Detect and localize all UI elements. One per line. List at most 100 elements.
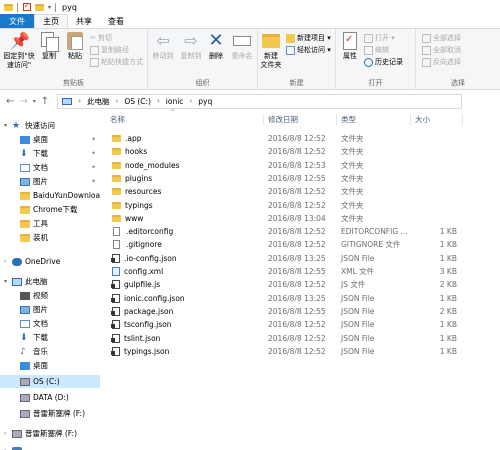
nav-external-drive-f[interactable]: › 普雷斯塞牌 (F:) bbox=[0, 427, 100, 440]
paste-shortcut-button[interactable]: 粘贴快捷方式 bbox=[90, 57, 143, 67]
nav-item-tools[interactable]: 工具 bbox=[0, 217, 100, 230]
expand-chevron-icon[interactable]: › bbox=[4, 430, 10, 437]
breadcrumb-ionic[interactable]: ionic bbox=[166, 97, 184, 106]
file-row[interactable]: plugins 2016/8/8 12:55 文件夹 bbox=[110, 172, 494, 185]
column-header-name-label: 名称 bbox=[110, 114, 125, 124]
nav-this-pc[interactable]: ▾ 此电脑 bbox=[0, 275, 100, 288]
nav-item-downloads[interactable]: ⬇ 下载 ✦ bbox=[0, 147, 100, 160]
column-header-type[interactable]: 类型 bbox=[341, 112, 356, 126]
column-header-name[interactable]: ^ 名称 bbox=[110, 109, 175, 126]
nav-item-videos[interactable]: 视频 bbox=[0, 289, 100, 302]
file-row[interactable]: tslint.json 2016/8/8 12:52 JSON File 1 KB bbox=[110, 332, 494, 345]
file-row[interactable]: resources 2016/8/8 12:52 文件夹 bbox=[110, 185, 494, 198]
open-button[interactable]: 打开 ▾ bbox=[364, 33, 395, 43]
file-row[interactable]: typings 2016/8/8 12:52 文件夹 bbox=[110, 199, 494, 212]
breadcrumb-separator-icon[interactable]: › bbox=[157, 97, 160, 105]
file-row[interactable]: package.json 2016/8/8 12:55 JSON File 2 KB bbox=[110, 305, 494, 318]
recent-locations-chevron-icon[interactable]: ▾ bbox=[33, 98, 36, 105]
column-header-size[interactable]: 大小 bbox=[415, 112, 430, 126]
tab-share[interactable]: 共享 bbox=[68, 14, 100, 28]
file-row[interactable]: gulpfile.js 2016/8/8 12:52 JS 文件 2 KB bbox=[110, 278, 494, 291]
column-divider[interactable] bbox=[336, 114, 337, 125]
invert-selection-button[interactable]: 反向选择 bbox=[422, 57, 461, 67]
nav-quick-access[interactable]: ▾ ★ 快速访问 bbox=[0, 119, 100, 132]
nav-item-pc-downloads[interactable]: ⬇ 下载 bbox=[0, 331, 100, 344]
nav-item-documents[interactable]: 文档 ✦ bbox=[0, 161, 100, 174]
back-arrow-icon[interactable]: ← bbox=[6, 96, 14, 107]
new-item-button[interactable]: 新建项目 ▾ bbox=[286, 33, 331, 43]
new-folder-button[interactable]: 新建 文件夹 bbox=[260, 32, 282, 70]
nav-item-music[interactable]: ♪ 音乐 bbox=[0, 345, 100, 358]
customize-toolbar-icon[interactable]: ▾ bbox=[48, 4, 51, 11]
up-arrow-icon[interactable]: ↑ bbox=[41, 96, 49, 107]
select-none-button[interactable]: 全部取消 bbox=[422, 45, 461, 55]
tab-home[interactable]: 主页 bbox=[34, 14, 68, 28]
rename-button[interactable]: 重命名 bbox=[228, 32, 256, 61]
nav-network[interactable]: › bbox=[0, 444, 100, 450]
nav-item-drive-c[interactable]: OS (C:) bbox=[0, 375, 100, 388]
breadcrumb-drive-c[interactable]: OS (C:) bbox=[124, 97, 151, 106]
move-to-button[interactable]: ⇦ 移动到 bbox=[150, 32, 176, 61]
file-row[interactable]: .editorconfig 2016/8/8 12:52 EDITORCONFIG … bbox=[110, 225, 494, 238]
file-row[interactable]: ionic.config.json 2016/8/8 13:25 JSON File… bbox=[110, 292, 494, 305]
forward-arrow-icon[interactable]: → bbox=[19, 96, 27, 107]
paste-button[interactable]: 粘贴 bbox=[64, 32, 86, 61]
nav-item-install[interactable]: 装机 bbox=[0, 231, 100, 244]
copy-path-button[interactable]: 复制路径 bbox=[90, 45, 129, 55]
file-name-cell: package.json bbox=[111, 305, 173, 318]
copy-to-button[interactable]: ⇨ 复制到 bbox=[178, 32, 204, 61]
breadcrumb-pyq[interactable]: pyq bbox=[198, 97, 212, 106]
nav-item-drive-d[interactable]: DATA (D:) bbox=[0, 391, 100, 404]
column-divider[interactable] bbox=[462, 114, 463, 125]
column-divider[interactable] bbox=[263, 114, 264, 125]
nav-item-pc-pictures[interactable]: 图片 bbox=[0, 303, 100, 316]
copy-button[interactable]: 复制 bbox=[38, 32, 60, 61]
nav-item-pictures[interactable]: 图片 ✦ bbox=[0, 175, 100, 188]
file-row[interactable]: node_modules 2016/8/8 12:53 文件夹 bbox=[110, 159, 494, 172]
file-row[interactable]: .io-config.json 2016/8/8 13:25 JSON File 1 … bbox=[110, 252, 494, 265]
history-button[interactable]: 历史记录 bbox=[364, 57, 403, 67]
column-header-date[interactable]: 修改日期 bbox=[268, 112, 298, 126]
edit-button[interactable]: 编辑 bbox=[364, 45, 389, 55]
tab-file[interactable]: 文件 bbox=[0, 14, 34, 28]
breadcrumb-separator-icon[interactable]: › bbox=[116, 97, 119, 105]
breadcrumb-separator-icon[interactable]: › bbox=[78, 97, 81, 105]
collapse-chevron-icon[interactable]: ▾ bbox=[4, 122, 10, 129]
properties-button[interactable]: 属性 bbox=[340, 32, 360, 61]
collapse-chevron-icon[interactable]: ▾ bbox=[4, 278, 10, 285]
nav-item-pc-desktop[interactable]: 桌面 bbox=[0, 359, 100, 372]
new-folder-quick-icon[interactable] bbox=[35, 3, 44, 11]
folder-icon bbox=[112, 135, 121, 142]
breadcrumb-separator-icon[interactable]: › bbox=[189, 97, 192, 105]
nav-item-drive-f[interactable]: 普雷斯塞牌 (F:) bbox=[0, 407, 100, 420]
easy-access-button[interactable]: 轻松访问 ▾ bbox=[286, 45, 331, 55]
nav-item-chrome-downloads[interactable]: Chrome下载 bbox=[0, 203, 100, 216]
select-all-button[interactable]: 全部选择 bbox=[422, 33, 461, 43]
nav-item-baiduyun[interactable]: BaiduYunDownload bbox=[0, 189, 100, 202]
pin-quick-access-button[interactable]: 📌 固定到"快速访问" bbox=[2, 32, 36, 70]
expand-chevron-icon[interactable]: › bbox=[4, 258, 10, 265]
navigation-pane: ▾ ★ 快速访问 桌面 ✦ ⬇ 下载 ✦ 文档 ✦ 图片 ✦ BaiduYunD… bbox=[0, 112, 100, 450]
file-row[interactable]: .app 2016/8/8 12:52 文件夹 bbox=[110, 132, 494, 145]
file-name: node_modules bbox=[125, 160, 180, 170]
nav-onedrive[interactable]: › OneDrive bbox=[0, 255, 100, 268]
file-row[interactable]: .gitignore 2016/8/8 12:52 GITIGNORE 文件 1 KB bbox=[110, 238, 494, 251]
file-row[interactable]: www 2016/8/8 13:04 文件夹 bbox=[110, 212, 494, 225]
file-name-cell: .app bbox=[112, 132, 142, 145]
address-bar[interactable]: › 此电脑 › OS (C:) › ionic › pyq bbox=[57, 93, 463, 109]
file-row[interactable]: hooks 2016/8/8 12:52 文件夹 bbox=[110, 145, 494, 158]
file-name: www bbox=[125, 213, 144, 223]
column-divider[interactable] bbox=[410, 114, 411, 125]
tab-view[interactable]: 查看 bbox=[100, 14, 132, 28]
file-row[interactable]: config.xml 2016/8/8 12:55 XML 文件 3 KB bbox=[110, 265, 494, 278]
cut-button[interactable]: ✂ 剪切 bbox=[90, 33, 112, 43]
file-row[interactable]: tsconfig.json 2016/8/8 12:52 JSON File 1 KB bbox=[110, 318, 494, 331]
file-row[interactable]: typings.json 2016/8/8 12:52 JSON File 1 KB bbox=[110, 345, 494, 358]
properties-quick-icon[interactable] bbox=[22, 1, 31, 11]
breadcrumb-this-pc[interactable]: 此电脑 bbox=[87, 96, 110, 107]
nav-item-desktop[interactable]: 桌面 ✦ bbox=[0, 133, 100, 146]
copy-path-icon bbox=[90, 45, 99, 55]
nav-item-pc-documents[interactable]: 文档 bbox=[0, 317, 100, 330]
delete-button[interactable]: ✕ 删除 bbox=[206, 32, 226, 61]
invert-selection-icon bbox=[422, 57, 431, 67]
